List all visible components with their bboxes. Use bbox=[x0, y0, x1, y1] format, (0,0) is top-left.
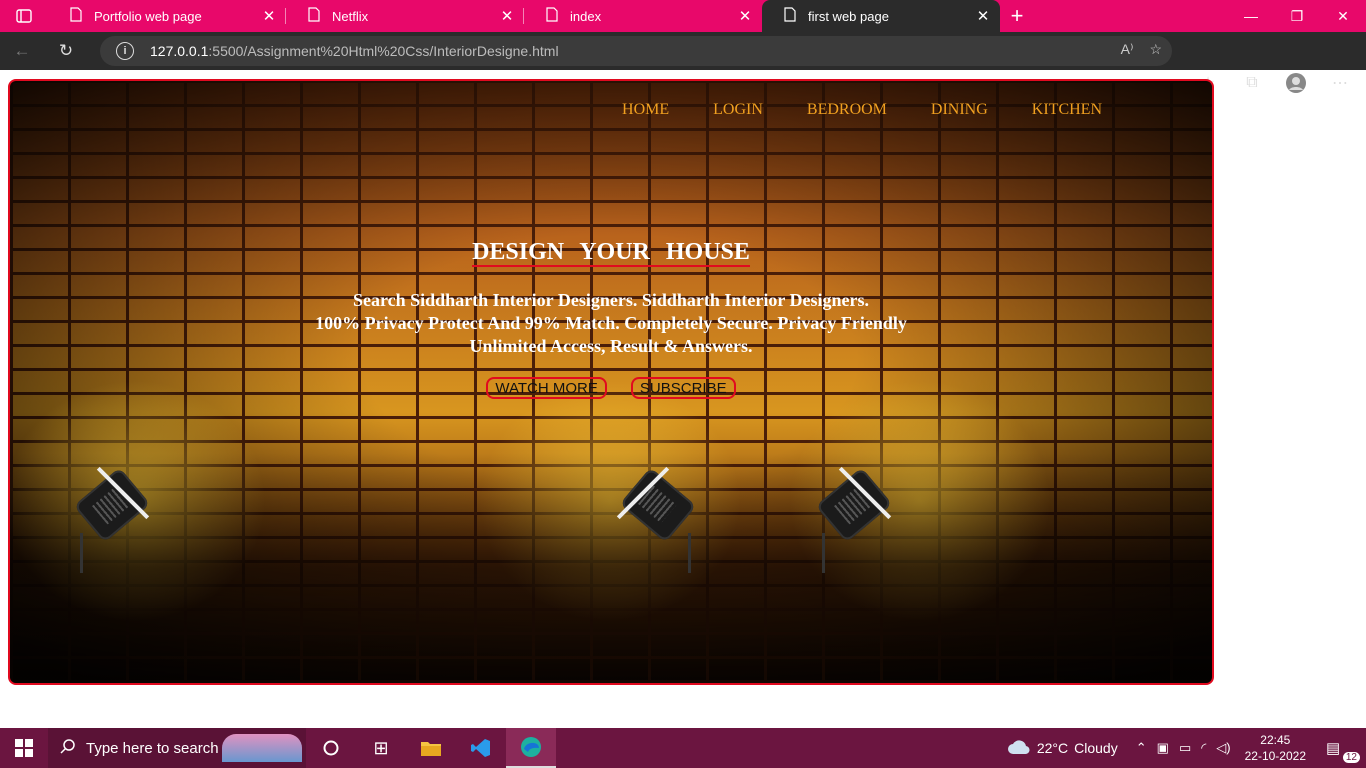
page-title: DESIGN YOUR HOUSE bbox=[472, 239, 750, 267]
nav-login[interactable]: LOGIN bbox=[713, 101, 763, 119]
browser-tab-first-web-page[interactable]: first web page ✕ bbox=[762, 0, 1000, 32]
tagline-line: Unlimited Access, Result & Answers. bbox=[469, 336, 753, 356]
tab-title: first web page bbox=[808, 8, 889, 24]
read-aloud-icon[interactable]: A⁾ bbox=[1121, 41, 1134, 58]
window-controls: — ❐ ✕ bbox=[1228, 0, 1366, 32]
weather-condition: Cloudy bbox=[1074, 740, 1118, 756]
refresh-icon[interactable]: ↻ bbox=[44, 32, 88, 70]
tagline: Search Siddharth Interior Designers. Sid… bbox=[10, 289, 1212, 358]
headline-wrap: DESIGN YOUR HOUSE bbox=[10, 239, 1212, 267]
search-placeholder: Type here to search bbox=[86, 739, 219, 757]
file-explorer-icon[interactable] bbox=[406, 728, 456, 768]
page-icon bbox=[70, 7, 82, 25]
search-highlight-image bbox=[222, 734, 302, 762]
address-bar-row: ← ↻ i 127.0.0.1:5500/Assignment%20Html%2… bbox=[0, 32, 1366, 93]
browser-tab-portfolio[interactable]: Portfolio web page ✕ bbox=[48, 0, 286, 32]
nav-home[interactable]: HOME bbox=[622, 101, 669, 119]
browser-tab-netflix[interactable]: Netflix ✕ bbox=[286, 0, 524, 32]
close-icon[interactable]: ✕ bbox=[976, 7, 990, 25]
chevron-up-icon[interactable]: ⌃ bbox=[1136, 740, 1147, 756]
tab-title: index bbox=[570, 8, 602, 24]
clock-date: 22-10-2022 bbox=[1244, 749, 1306, 763]
tray-icons: ⌃ ▣ ▭ ◜ ◁) bbox=[1136, 740, 1231, 756]
notification-icon[interactable]: ▤ 12 bbox=[1326, 739, 1360, 763]
search-icon bbox=[60, 738, 76, 758]
system-tray: 22°C Cloudy ⌃ ▣ ▭ ◜ ◁) 22:45 22-10-2022 … bbox=[1007, 728, 1366, 768]
back-icon[interactable]: ← bbox=[0, 32, 44, 70]
watch-more-button[interactable]: WATCH MORE bbox=[486, 377, 607, 399]
weather-temp: 22°C bbox=[1036, 740, 1069, 756]
more-icon[interactable]: ⋯ bbox=[1318, 73, 1362, 93]
clock[interactable]: 22:45 22-10-2022 bbox=[1245, 732, 1306, 764]
volume-icon[interactable]: ◁) bbox=[1216, 740, 1230, 756]
battery-icon[interactable]: ▭ bbox=[1179, 740, 1191, 756]
tagline-line: 100% Privacy Protect And 99% Match. Comp… bbox=[315, 313, 907, 333]
info-icon[interactable]: i bbox=[116, 42, 134, 60]
close-icon[interactable]: ✕ bbox=[262, 7, 276, 25]
page-icon bbox=[546, 7, 558, 25]
browser-tab-strip: Portfolio web page ✕ Netflix ✕ index ✕ f… bbox=[0, 0, 1366, 32]
url-host: 127.0.0.1 bbox=[150, 43, 209, 59]
task-view-icon[interactable]: ⊞ bbox=[356, 728, 406, 768]
meet-now-icon[interactable]: ▣ bbox=[1157, 740, 1169, 756]
close-icon[interactable]: ✕ bbox=[738, 7, 752, 25]
close-window-icon[interactable]: ✕ bbox=[1320, 0, 1366, 32]
profile-avatar-icon[interactable] bbox=[1274, 72, 1318, 94]
new-tab-icon[interactable]: + bbox=[1000, 0, 1034, 32]
edge-icon[interactable] bbox=[506, 728, 556, 768]
site-nav: HOME LOGIN BEDROOM DINING KITCHEN bbox=[622, 101, 1102, 119]
tab-title: Portfolio web page bbox=[94, 8, 202, 24]
cloud-icon bbox=[1007, 739, 1031, 758]
spotlight-right-icon bbox=[815, 453, 906, 573]
url-actions: A⁾ ☆ bbox=[1121, 41, 1162, 58]
url-path: :5500/Assignment%20Html%20Css/InteriorDe… bbox=[208, 43, 559, 59]
page-icon bbox=[784, 7, 796, 25]
taskbar: Type here to search ⊞ 22°C Cloudy ⌃ ▣ ▭ … bbox=[0, 728, 1366, 768]
taskbar-search-input[interactable]: Type here to search bbox=[48, 728, 306, 768]
url-input[interactable]: i 127.0.0.1:5500/Assignment%20Html%20Css… bbox=[100, 36, 1172, 66]
weather-widget[interactable]: 22°C Cloudy bbox=[1007, 739, 1118, 758]
restore-icon[interactable]: ❐ bbox=[1274, 0, 1320, 32]
page-icon bbox=[308, 7, 320, 25]
notification-badge: 12 bbox=[1342, 752, 1360, 763]
wifi-icon[interactable]: ◜ bbox=[1201, 740, 1206, 756]
cta-buttons: WATCH MORE SUBSCRIBE bbox=[10, 377, 1212, 399]
tab-title: Netflix bbox=[332, 8, 369, 24]
nav-kitchen[interactable]: KITCHEN bbox=[1032, 101, 1102, 119]
cortana-icon[interactable] bbox=[306, 728, 356, 768]
close-icon[interactable]: ✕ bbox=[500, 7, 514, 25]
minimize-icon[interactable]: — bbox=[1228, 0, 1274, 32]
nav-bedroom[interactable]: BEDROOM bbox=[807, 101, 887, 119]
windows-start-icon[interactable] bbox=[0, 728, 48, 768]
spotlight-left-icon bbox=[73, 453, 164, 573]
nav-dining[interactable]: DINING bbox=[931, 101, 988, 119]
vscode-icon[interactable] bbox=[456, 728, 506, 768]
add-favorite-icon[interactable]: ☆ bbox=[1149, 41, 1162, 58]
tagline-line: Search Siddharth Interior Designers. Sid… bbox=[352, 290, 870, 310]
browser-tab-index[interactable]: index ✕ bbox=[524, 0, 762, 32]
subscribe-button[interactable]: SUBSCRIBE bbox=[630, 377, 736, 399]
clock-time: 22:45 bbox=[1260, 733, 1291, 747]
hero-section: HOME LOGIN BEDROOM DINING KITCHEN DESIGN… bbox=[8, 79, 1214, 685]
collections-icon[interactable]: ⧉ bbox=[1230, 74, 1274, 92]
spotlight-center-icon bbox=[608, 453, 698, 573]
tab-actions-icon[interactable] bbox=[0, 0, 48, 32]
